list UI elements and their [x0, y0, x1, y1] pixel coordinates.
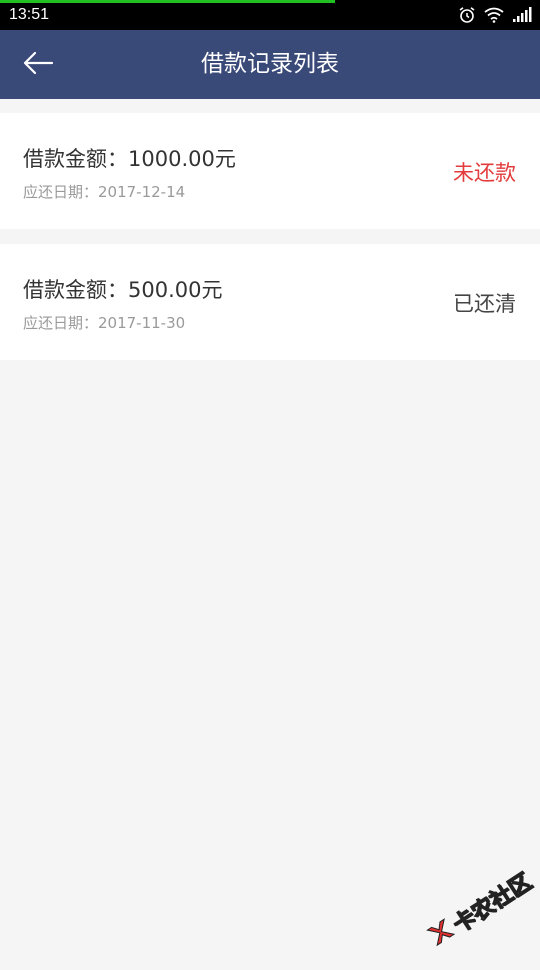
due-date: 应还日期：2017-12-14: [23, 183, 186, 201]
loan-amount: 借款金额：500.00元: [23, 278, 223, 302]
due-date: 应还日期：2017-11-30: [23, 314, 186, 332]
watermark-text: 卡农社区: [448, 869, 537, 939]
app-bar: 借款记录列表: [0, 30, 540, 99]
wifi-icon: [484, 7, 504, 23]
repayment-status: 已还清: [453, 292, 516, 316]
repayment-status: 未还款: [453, 161, 516, 185]
loan-amount: 借款金额：1000.00元: [23, 147, 236, 171]
arrow-left-icon: [22, 51, 54, 79]
watermark: 卡农社区: [412, 852, 540, 970]
loan-record-item[interactable]: 借款金额：500.00元 应还日期：2017-11-30 已还清: [0, 244, 540, 360]
page-title: 借款记录列表: [201, 51, 339, 77]
status-icons: [458, 6, 532, 24]
status-time: 13:51: [9, 6, 50, 23]
status-bar: 13:51: [0, 0, 540, 30]
loan-record-item[interactable]: 借款金额：1000.00元 应还日期：2017-12-14 未还款: [0, 113, 540, 229]
alarm-icon: [458, 6, 476, 24]
back-button[interactable]: [18, 48, 58, 82]
signal-icon: [512, 7, 532, 23]
page-load-progress: [0, 0, 335, 3]
